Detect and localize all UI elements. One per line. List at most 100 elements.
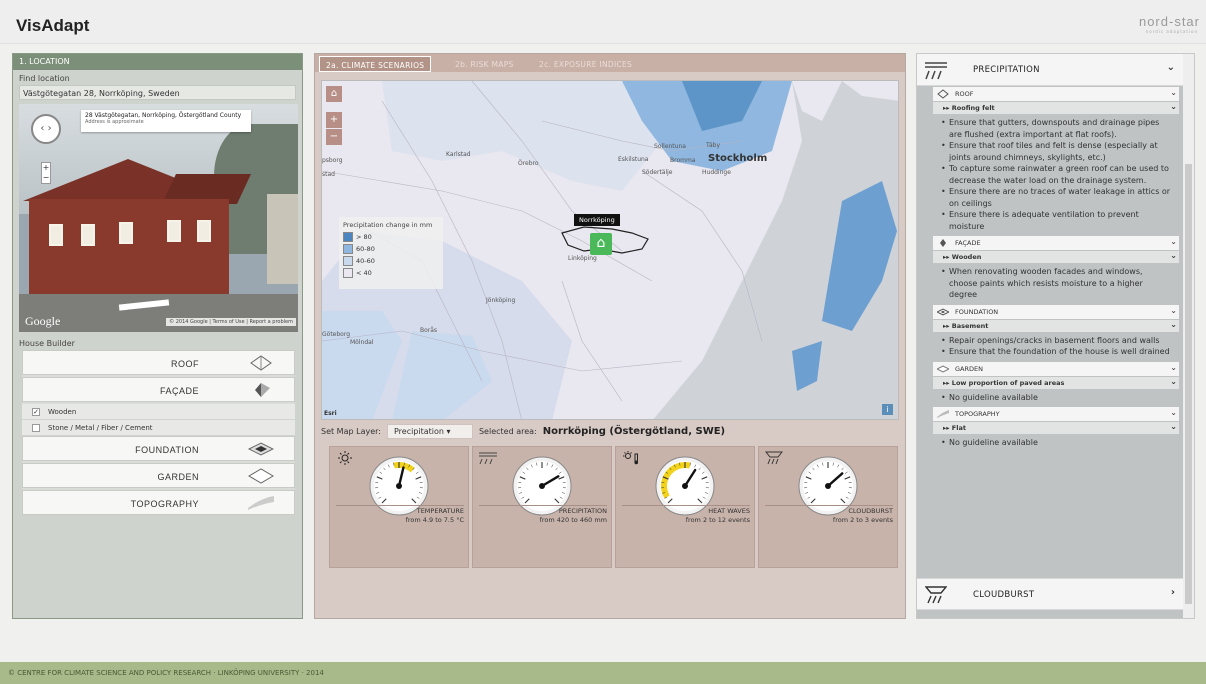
category-precipitation[interactable]: PRECIPITATION ⌄: [917, 54, 1185, 86]
section-facade[interactable]: FAÇADE ⌄: [933, 236, 1179, 250]
checkbox-icon[interactable]: ✓: [32, 407, 40, 416]
guideline-item: Ensure that gutters, downspouts and drai…: [941, 117, 1171, 140]
brand-logo: nord-star: [1138, 14, 1200, 29]
subsection-basement[interactable]: ▸▸ Basement ⌄: [933, 319, 1179, 332]
sun-icon: [338, 451, 352, 465]
chevron-down-icon[interactable]: ⌄: [1170, 408, 1177, 417]
selected-area-value: Norrköping (Östergötland, SWE): [542, 425, 726, 437]
map-layer-label: Set Map Layer:: [321, 426, 381, 436]
chevron-down-icon[interactable]: ⌄: [1170, 88, 1177, 97]
section-garden[interactable]: GARDEN ⌄: [933, 361, 1179, 376]
guideline-list: No guideline available: [941, 437, 1171, 449]
topography-icon: [937, 410, 949, 418]
facade-icon: [940, 239, 946, 247]
legend-label: > 80: [356, 233, 372, 241]
gauge-range: from 4.9 to 7.5 °C: [405, 516, 464, 524]
map-zoom-in-button[interactable]: +: [326, 112, 342, 128]
guideline-item: No guideline available: [941, 392, 1171, 404]
street-view-address-text: 28 Västgötegatan, Norrköping, Östergötla…: [85, 112, 242, 119]
house-builder-label: House Builder: [19, 339, 75, 348]
chevron-down-icon[interactable]: ⌄: [1170, 320, 1177, 329]
tab-risk-maps[interactable]: 2b. RISK MAPS: [449, 56, 520, 72]
chevron-down-icon[interactable]: ⌄: [1170, 422, 1177, 431]
tab-exposure-indices[interactable]: 2c. EXPOSURE INDICES: [533, 56, 638, 72]
chevron-down-icon[interactable]: ⌄: [1170, 237, 1177, 246]
city-label: Linköping: [568, 255, 597, 262]
map-layer-select[interactable]: Precipitation ▾: [386, 423, 473, 439]
builder-item-facade[interactable]: FAÇADE: [22, 377, 295, 402]
facade-option[interactable]: ✓ Wooden: [22, 404, 295, 420]
section-title: FAÇADE: [955, 239, 981, 247]
tab-climate-scenarios[interactable]: 2a. CLIMATE SCENARIOS: [319, 56, 432, 72]
section-title: FOUNDATION: [955, 307, 999, 316]
guideline-item: Ensure that roof tiles and felt is dense…: [941, 140, 1171, 163]
google-logo: Google: [25, 314, 61, 328]
gauge-card-cloudburst[interactable]: CLOUDBURST from 2 to 3 events: [758, 446, 898, 568]
gauge-card-temperature[interactable]: TEMPERATURE from 4.9 to 7.5 °C: [329, 446, 469, 568]
guidelines-panel: PRECIPITATION ⌄ ROOF ⌄ ▸▸ Roofing felt ⌄ …: [916, 53, 1195, 619]
chevron-down-icon[interactable]: ⌄: [1170, 377, 1177, 386]
gauge-card-heat-waves[interactable]: HEAT WAVES from 2 to 12 events: [615, 446, 755, 568]
gauge-row: TEMPERATURE from 4.9 to 7.5 °C PRECIPITA…: [329, 446, 898, 568]
legend-swatch: [343, 256, 353, 266]
house-window: [197, 220, 211, 242]
house-window: [49, 224, 63, 246]
category-title: CLOUDBURST: [973, 590, 1035, 600]
subsection-flat[interactable]: ▸▸ Flat ⌄: [933, 422, 1179, 434]
chevron-down-icon[interactable]: ⌄: [1170, 363, 1177, 372]
zoom-control[interactable]: + −: [41, 162, 51, 184]
city-label: Stockholm: [708, 153, 768, 164]
info-icon[interactable]: i: [882, 404, 893, 415]
guideline-list: When renovating wooden facades and windo…: [941, 266, 1171, 301]
city-label: Bromma: [670, 157, 696, 164]
category-cloudburst[interactable]: CLOUDBURST ›: [917, 578, 1185, 610]
section-foundation[interactable]: FOUNDATION ⌄: [933, 304, 1179, 319]
chevron-down-icon[interactable]: ⌄: [1170, 251, 1177, 260]
category-title: PRECIPITATION: [973, 65, 1040, 75]
location-panel: 1. LOCATION Find location Västgötegatan …: [12, 53, 303, 619]
subsection-wooden[interactable]: ▸▸ Wooden ⌄: [933, 251, 1179, 263]
city-label: Örebro: [518, 160, 539, 167]
builder-item-roof[interactable]: ROOF: [22, 350, 295, 375]
house-pin-icon[interactable]: ⌂: [590, 233, 612, 255]
chevron-down-icon[interactable]: ⌄: [1167, 62, 1175, 73]
pan-control-icon[interactable]: ‹ ›: [31, 114, 61, 144]
builder-item-garden[interactable]: GARDEN: [22, 463, 295, 488]
map-zoom-out-button[interactable]: −: [326, 129, 342, 145]
map-home-button[interactable]: ⌂: [326, 86, 342, 102]
legend-swatch: [343, 244, 353, 254]
street-view[interactable]: ‹ › + − 28 Västgötegatan, Norrköping, Öst…: [19, 104, 298, 332]
cloudburst-icon: [765, 451, 783, 465]
location-input[interactable]: Västgötegatan 28, Norrköping, Sweden: [19, 85, 296, 100]
gauge-card-precipitation[interactable]: PRECIPITATION from 420 to 460 mm: [472, 446, 612, 568]
section-roof[interactable]: ROOF ⌄: [933, 87, 1179, 101]
guidelines-scrollbar[interactable]: [1183, 54, 1194, 618]
gauge-range: from 2 to 3 events: [832, 516, 893, 524]
subsection-roofing-felt[interactable]: ▸▸ Roofing felt ⌄: [933, 102, 1179, 114]
subsection-title: Basement: [951, 321, 989, 330]
chevron-down-icon[interactable]: ⌄: [1170, 102, 1177, 111]
guideline-item: Ensure there is adequate ventilation to …: [941, 209, 1171, 232]
subsection-title: Roofing felt: [951, 104, 995, 112]
builder-item-label: GARDEN: [157, 472, 199, 482]
checkbox-icon[interactable]: [32, 423, 40, 432]
builder-item-topography[interactable]: TOPOGRAPHY: [22, 490, 295, 515]
subsection-paved-areas[interactable]: ▸▸ Low proportion of paved areas ⌄: [933, 376, 1179, 389]
selected-area-tooltip: Norrköping: [574, 214, 620, 226]
city-label: Borås: [420, 327, 438, 334]
climate-map[interactable]: ⌂ + − Karlstad Örebro Eskilstuna Sollent…: [321, 80, 899, 420]
scrollbar-thumb[interactable]: [1185, 164, 1192, 604]
chevron-down-icon[interactable]: ⌄: [1170, 306, 1177, 315]
map-layer-row: Set Map Layer: Precipitation ▾ Selected …: [321, 423, 899, 439]
tab-bar: 2a. CLIMATE SCENARIOS 2b. RISK MAPS 2c. …: [315, 54, 905, 72]
chevron-right-icon[interactable]: ›: [1171, 587, 1175, 598]
facade-option[interactable]: Stone / Metal / Fiber / Cement: [22, 420, 295, 436]
builder-item-foundation[interactable]: FOUNDATION: [22, 436, 295, 461]
section-topography[interactable]: TOPOGRAPHY ⌄: [933, 407, 1179, 421]
builder-item-label: FAÇADE: [159, 386, 199, 396]
house-window: [81, 224, 95, 246]
street-view-copyright[interactable]: © 2014 Google | Terms of Use | Report a …: [166, 318, 296, 326]
gauge-name: HEAT WAVES: [708, 507, 750, 515]
facade-option-label: Stone / Metal / Fiber / Cement: [48, 423, 153, 432]
builder-item-label: FOUNDATION: [135, 445, 199, 455]
